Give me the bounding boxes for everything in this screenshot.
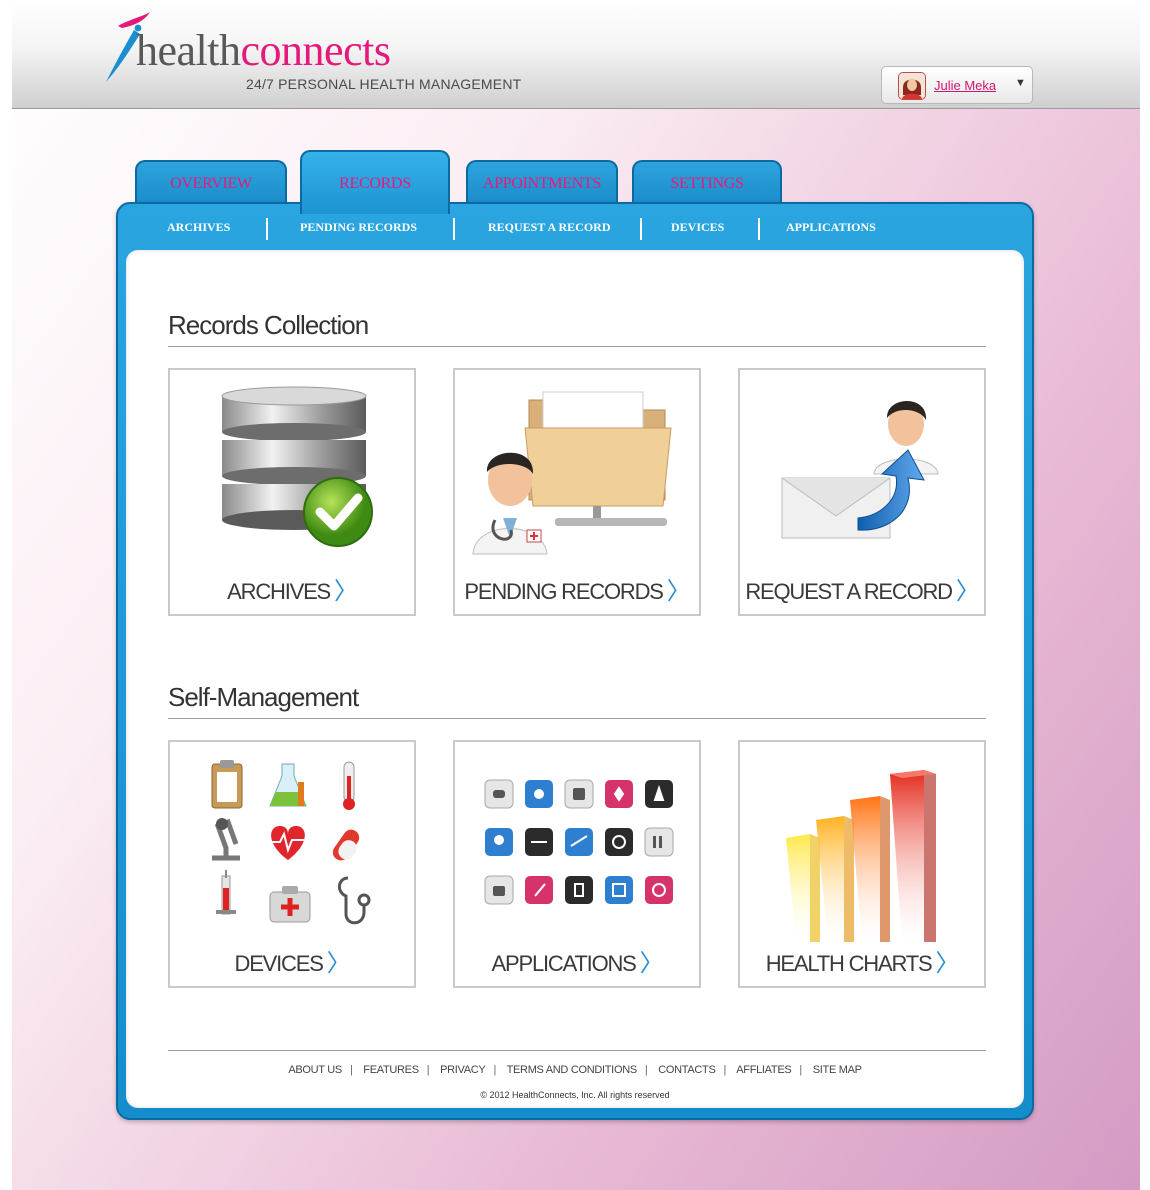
card-label: REQUEST A RECORD 〉 <box>745 578 980 605</box>
copyright-symbol-icon: © <box>480 1090 487 1100</box>
records-panel: ARCHIVES PENDING RECORDS REQUEST A RECOR… <box>116 202 1034 1120</box>
chevron-right-icon: 〉 <box>334 578 358 605</box>
3d-bar-chart-icon <box>786 770 936 942</box>
sub-navigation: ARCHIVES PENDING RECORDS REQUEST A RECOR… <box>118 218 1032 242</box>
user-avatar-icon <box>898 72 926 100</box>
card-pending-records[interactable]: PENDING RECORDS 〉 <box>453 368 701 616</box>
footer-link-features[interactable]: FEATURES <box>363 1064 419 1076</box>
user-menu-caret-icon[interactable]: ▼ <box>1015 77 1026 89</box>
subnav-devices[interactable]: DEVICES <box>671 220 724 235</box>
card-applications[interactable]: APPLICATIONS 〉 <box>453 740 701 988</box>
doctor-envelope-arrow-icon <box>781 401 939 539</box>
footer-link-contacts[interactable]: CONTACTS <box>658 1064 716 1076</box>
footer-links: ABOUT US | FEATURES | PRIVACY | TERMS AND C… <box>288 1064 862 1076</box>
logo-connects: connects <box>240 26 391 75</box>
user-name-link[interactable]: Julie Meka <box>934 78 996 93</box>
subnav-archives[interactable]: ARCHIVES <box>167 220 230 235</box>
card-request-record[interactable]: REQUEST A RECORD 〉 <box>738 368 986 616</box>
card-label: ARCHIVES 〉 <box>227 578 358 605</box>
chevron-right-icon: 〉 <box>326 950 351 977</box>
section-title-records-collection: Records Collection <box>168 310 369 340</box>
app-icons-grid-icon <box>484 779 674 905</box>
doctor-folder-icon <box>472 391 672 555</box>
tagline: 24/7 PERSONAL HEALTH MANAGEMENT <box>246 76 522 92</box>
database-check-icon <box>221 386 373 547</box>
card-label: HEALTH CHARTS 〉 <box>765 950 960 977</box>
card-label: PENDING RECORDS 〉 <box>464 578 691 605</box>
section-divider <box>168 346 986 347</box>
footer-link-site-map[interactable]: SITE MAP <box>813 1064 862 1076</box>
main-content: Records Collection ARCHIVES 〉 PENDING RE… <box>126 250 1024 1108</box>
subnav-request-record[interactable]: REQUEST A RECORD <box>488 220 610 235</box>
footer-divider <box>168 1050 986 1051</box>
subnav-pending-records[interactable]: PENDING RECORDS <box>300 220 417 235</box>
subnav-divider <box>758 218 760 240</box>
subnav-divider <box>266 218 268 240</box>
footer-link-terms[interactable]: TERMS AND CONDITIONS <box>507 1064 638 1076</box>
tab-records[interactable]: RECORDS <box>300 150 450 214</box>
card-health-charts[interactable]: HEALTH CHARTS 〉 <box>738 740 986 988</box>
subnav-divider <box>453 218 455 240</box>
copyright: © 2012 HealthConnects, Inc. All rights r… <box>480 1090 670 1100</box>
user-menu[interactable]: Julie Meka ▼ <box>881 66 1033 104</box>
chevron-right-icon: 〉 <box>639 950 664 977</box>
footer-link-privacy[interactable]: PRIVACY <box>440 1064 486 1076</box>
chevron-right-icon: 〉 <box>955 578 980 605</box>
card-label: DEVICES 〉 <box>234 950 351 977</box>
card-devices[interactable]: DEVICES 〉 <box>168 740 416 988</box>
logo-wordmark[interactable]: healthconnects <box>136 26 391 76</box>
medical-devices-grid-icon <box>211 760 371 925</box>
footer-link-about-us[interactable]: ABOUT US <box>288 1064 342 1076</box>
subnav-applications[interactable]: APPLICATIONS <box>786 220 876 235</box>
subnav-divider <box>640 218 642 240</box>
chevron-right-icon: 〉 <box>935 950 959 977</box>
section-divider <box>168 718 986 719</box>
card-archives[interactable]: ARCHIVES 〉 <box>168 368 416 616</box>
logo-health: health <box>136 26 241 75</box>
chevron-right-icon: 〉 <box>666 578 691 605</box>
card-label: APPLICATIONS 〉 <box>491 950 664 977</box>
footer-link-affiliates[interactable]: AFFLIATES <box>736 1064 791 1076</box>
section-title-self-management: Self-Management <box>168 682 359 712</box>
